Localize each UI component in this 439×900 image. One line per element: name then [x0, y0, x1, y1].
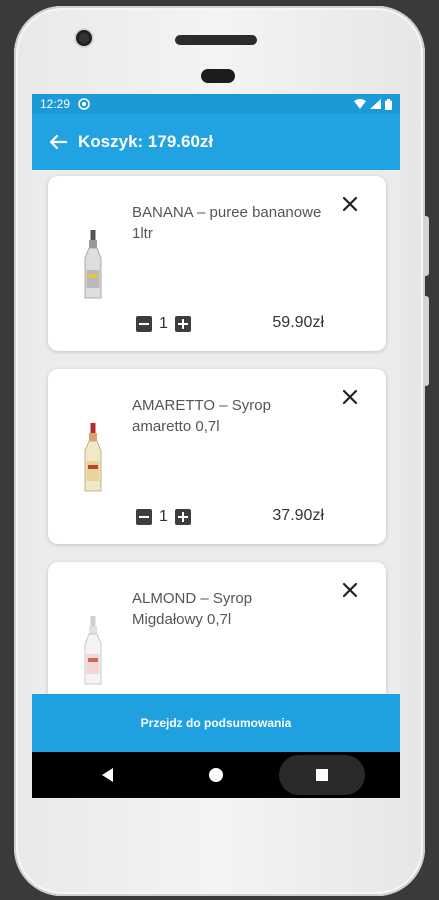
back-button[interactable]: [46, 130, 70, 154]
quantity-value: 1: [159, 315, 168, 332]
nav-recent-highlight: [279, 755, 365, 795]
cart-item: BANANA – puree bananowe 1ltr 1 59.90zł: [48, 176, 386, 351]
increase-quantity-button[interactable]: [174, 316, 191, 332]
status-bar: 12:29: [32, 94, 400, 114]
nav-recent-apps-icon[interactable]: [316, 769, 328, 781]
remove-item-button[interactable]: [340, 194, 360, 214]
product-image: [84, 230, 102, 299]
go-to-summary-button[interactable]: Przejdz do podsumowania: [32, 694, 400, 752]
quantity-value: 1: [159, 508, 168, 525]
app-notification-icon: [78, 98, 90, 110]
increase-quantity-button[interactable]: [174, 509, 191, 525]
product-image: [84, 616, 102, 685]
product-name: BANANA – puree bananowe 1ltr: [132, 204, 322, 242]
nav-home-icon[interactable]: [209, 768, 223, 782]
product-name: ALMOND – Syrop Migdałowy 0,7l: [132, 590, 253, 628]
cart-item: ALMOND – Syrop Migdałowy 0,7l: [48, 562, 386, 694]
decrease-quantity-button[interactable]: [136, 316, 152, 332]
front-camera: [76, 30, 92, 46]
close-icon: [342, 389, 358, 405]
speaker-grille: [175, 35, 257, 45]
status-time: 12:29: [40, 97, 71, 111]
item-price: 37.90zł: [272, 507, 324, 524]
arrow-left-icon: [49, 134, 67, 150]
remove-item-button[interactable]: [340, 387, 360, 407]
nav-back-icon[interactable]: [102, 768, 113, 782]
product-name: AMARETTO – Syrop amaretto 0,7l: [132, 397, 271, 435]
power-button: [423, 296, 429, 386]
product-image: [84, 423, 102, 492]
item-price: 59.90zł: [272, 314, 324, 331]
battery-icon: [385, 98, 392, 110]
signal-icon: [370, 99, 381, 109]
close-icon: [342, 196, 358, 212]
cart-list[interactable]: BANANA – puree bananowe 1ltr 1 59.90zł A…: [32, 170, 400, 694]
wifi-icon: [354, 99, 366, 109]
cart-item: AMARETTO – Syrop amaretto 0,7l 1 37.90zł: [48, 369, 386, 544]
decrease-quantity-button[interactable]: [136, 509, 152, 525]
app-bar: Koszyk: 179.60zł: [32, 114, 400, 170]
status-icons: [354, 98, 392, 110]
quantity-stepper: 1: [136, 508, 191, 526]
system-navigation-bar: [32, 752, 400, 798]
earpiece: [201, 69, 235, 83]
page-title: Koszyk: 179.60zł: [78, 132, 214, 151]
app-screen: 12:29 Koszyk: 179.60zł BANANA – puree ba…: [32, 94, 400, 798]
volume-button: [423, 216, 429, 276]
close-icon: [342, 582, 358, 598]
remove-item-button[interactable]: [340, 580, 360, 600]
quantity-stepper: 1: [136, 315, 191, 333]
